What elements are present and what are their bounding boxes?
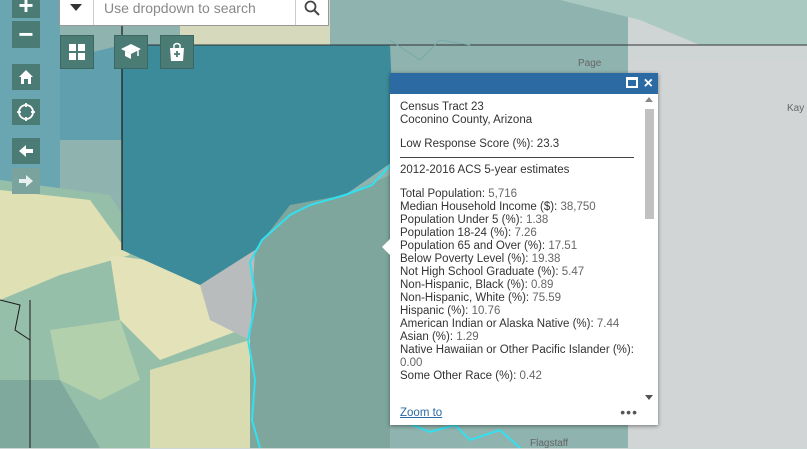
locate-button[interactable] — [12, 99, 40, 125]
score-value: 23.3 — [536, 138, 560, 150]
maximize-icon[interactable] — [626, 77, 638, 88]
field-value: 1.38 — [525, 214, 549, 226]
field-label: American Indian or Alaska Native (%): — [400, 318, 594, 330]
field-value: 0.42 — [519, 370, 542, 382]
popup-scrollbar[interactable] — [644, 95, 654, 405]
field-value: 0.00 — [400, 357, 423, 369]
basemap-gallery-button[interactable] — [60, 35, 94, 69]
popup-pointer — [382, 238, 391, 256]
share-bag-icon — [170, 42, 184, 61]
field-row: Some Other Race (%): 0.42 — [400, 370, 635, 383]
field-row: American Indian or Alaska Native (%): 7.… — [400, 318, 635, 331]
field-value: 5,716 — [488, 188, 518, 200]
minus-icon: − — [18, 19, 34, 49]
field-row: Below Poverty Level (%): 19.38 — [400, 253, 635, 266]
popup-content: Census Tract 23 Coconino County, Arizona… — [400, 101, 635, 383]
field-value: 38,750 — [560, 201, 596, 213]
popup-subtitle: Coconino County, Arizona — [400, 114, 533, 126]
field-row: Population Under 5 (%): 1.38 — [400, 214, 635, 227]
field-label: Population 18-24 (%): — [400, 227, 512, 239]
share-button[interactable] — [160, 35, 194, 69]
next-extent-button[interactable] — [12, 168, 40, 194]
caret-down-icon — [70, 4, 83, 11]
grid-icon — [69, 44, 85, 60]
zoom-to-link[interactable]: Zoom to — [400, 407, 442, 419]
field-row: Median Household Income ($): 38,750 — [400, 201, 635, 214]
field-value: 7.44 — [596, 318, 620, 330]
low-response-score: Low Response Score (%): 23.3 — [400, 138, 635, 151]
search-bar — [59, 0, 329, 26]
field-value: 0.89 — [531, 279, 554, 291]
field-row: Population 18-24 (%): 7.26 — [400, 227, 635, 240]
search-button[interactable] — [294, 0, 328, 25]
home-icon — [19, 70, 33, 84]
arrow-left-icon — [19, 145, 33, 157]
search-input[interactable] — [93, 0, 295, 25]
field-value: 19.38 — [531, 253, 561, 265]
close-icon[interactable]: × — [644, 73, 653, 94]
field-label: Not High School Graduate (%): — [400, 266, 559, 278]
field-row: Native Hawaiian or Other Pacific Islande… — [400, 344, 635, 370]
field-row: Total Population: 5,716 — [400, 188, 635, 201]
more-actions-button[interactable]: ••• — [620, 404, 638, 420]
zoom-out-button[interactable]: − — [12, 19, 40, 49]
legend-button[interactable] — [114, 35, 148, 69]
scroll-down-icon[interactable] — [645, 395, 653, 400]
field-value: 17.51 — [548, 240, 578, 252]
field-label: Median Household Income ($): — [400, 201, 558, 213]
graduation-cap-icon — [121, 44, 141, 59]
field-value: 5.47 — [561, 266, 585, 278]
field-label: Below Poverty Level (%): — [400, 253, 529, 265]
scroll-thumb[interactable] — [645, 109, 654, 219]
scroll-up-icon[interactable] — [645, 97, 653, 102]
field-row: Non-Hispanic, Black (%): 0.89 — [400, 279, 635, 292]
field-row: Non-Hispanic, White (%): 75.59 — [400, 292, 635, 305]
search-source-dropdown[interactable] — [60, 0, 94, 25]
divider — [400, 157, 634, 158]
field-label: Non-Hispanic, Black (%): — [400, 279, 528, 291]
field-label: Asian (%): — [400, 331, 454, 343]
field-label: Native Hawaiian or Other Pacific Islande… — [400, 344, 634, 356]
field-row: Not High School Graduate (%): 5.47 — [400, 266, 635, 279]
section-heading: 2012-2016 ACS 5-year estimates — [400, 164, 570, 176]
field-row: Hispanic (%): 10.76 — [400, 305, 635, 318]
field-row: Population 65 and Over (%): 17.51 — [400, 240, 635, 253]
field-row: Asian (%): 1.29 — [400, 331, 635, 344]
plus-icon: + — [18, 0, 34, 20]
field-label: Some Other Race (%): — [400, 370, 517, 382]
search-icon — [304, 0, 320, 16]
field-label: Population 65 and Over (%): — [400, 240, 546, 252]
popup-header: × — [390, 73, 658, 94]
field-list: Total Population: 5,716 Median Household … — [400, 188, 635, 383]
previous-extent-button[interactable] — [12, 138, 40, 164]
field-value: 75.59 — [532, 292, 562, 304]
field-label: Total Population: — [400, 188, 486, 200]
map-label-kayenta: Kay — [787, 103, 805, 114]
field-value: 10.76 — [471, 305, 501, 317]
score-label: Low Response Score (%): — [400, 138, 534, 150]
locate-icon — [17, 103, 35, 121]
feature-popup: × Census Tract 23 Coconino County, Arizo… — [382, 73, 658, 425]
map-label-flagstaff: Flagstaff — [530, 438, 569, 449]
popup-title: Census Tract 23 — [400, 101, 484, 113]
zoom-in-button[interactable]: + — [12, 0, 40, 20]
field-label: Non-Hispanic, White (%): — [400, 292, 530, 304]
field-label: Population Under 5 (%): — [400, 214, 523, 226]
field-value: 7.26 — [514, 227, 537, 239]
field-value: 1.29 — [456, 331, 479, 343]
arrow-right-icon — [19, 175, 33, 187]
field-label: Hispanic (%): — [400, 305, 469, 317]
home-button[interactable] — [12, 64, 40, 90]
map-label-page: Page — [578, 58, 602, 69]
